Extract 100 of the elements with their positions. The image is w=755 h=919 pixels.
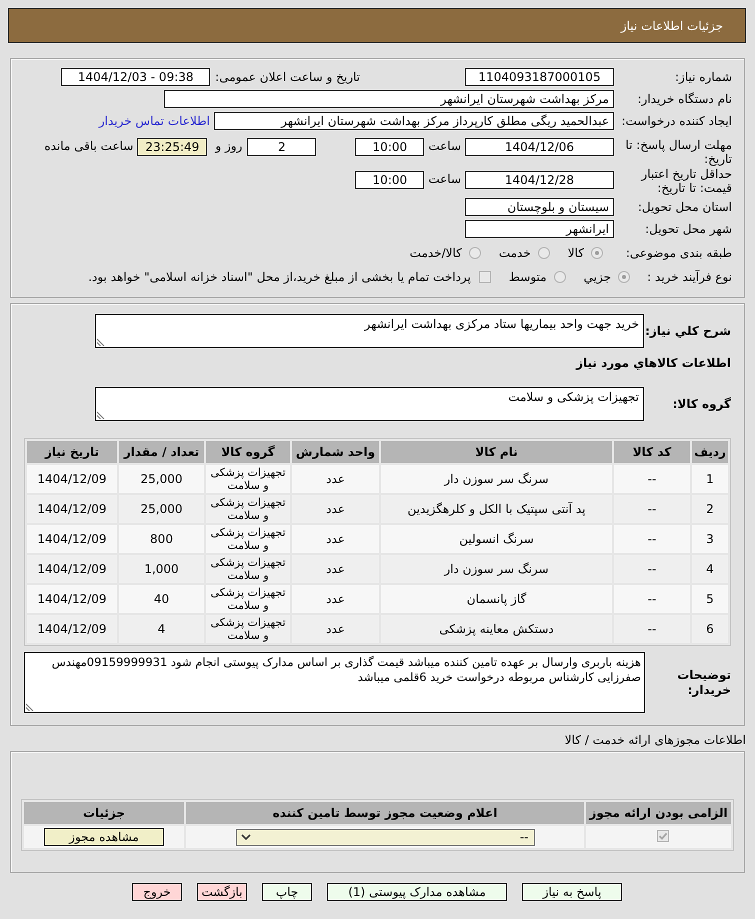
table-cell: 1 bbox=[692, 465, 728, 493]
column-header: کد کالا bbox=[614, 441, 690, 463]
table-cell: تجهیزات پزشکی و سلامت bbox=[206, 615, 290, 643]
announce-date-field[interactable]: 1404/12/03 - 09:38 bbox=[61, 68, 210, 86]
radio-label: جزيي bbox=[584, 269, 611, 285]
table-cell: 4 bbox=[119, 615, 204, 643]
table-cell: 1404/12/09 bbox=[27, 465, 117, 493]
radio-label: متوسط bbox=[508, 269, 547, 285]
table-cell: تجهیزات پزشکی و سلامت bbox=[206, 465, 290, 493]
field-label: تاریخ و ساعت اعلان عمومی: bbox=[215, 69, 360, 85]
days-field[interactable]: 2 bbox=[247, 138, 316, 156]
resize-grip-icon bbox=[97, 338, 105, 346]
table-cell: گاز پانسمان bbox=[381, 585, 612, 613]
column-header: الزامی بودن ارائه مجوز bbox=[586, 802, 731, 824]
field-label: شهر محل تحویل: bbox=[644, 222, 732, 236]
table-cell: -- bbox=[614, 555, 690, 583]
radio-label: کالا bbox=[568, 245, 584, 261]
requester-field[interactable]: عبدالحمید ریگی مطلق کارپرداز مرکز بهداشت شهرستان ایرانشهر bbox=[214, 112, 614, 130]
table-cell: عدد bbox=[292, 465, 379, 493]
table-cell: سرنگ سر سوزن دار bbox=[381, 465, 612, 493]
view-permit-button[interactable]: مشاهده مجوز bbox=[44, 828, 164, 846]
radio-label: کالا/خدمت bbox=[410, 245, 462, 261]
caret-icon bbox=[240, 834, 250, 840]
checkmark-icon bbox=[658, 831, 668, 841]
column-header: اعلام وضعیت مجوز توسط تامین کننده bbox=[186, 802, 584, 824]
buyer-org-field[interactable]: مرکز بهداشت شهرستان ایرانشهر bbox=[164, 90, 614, 108]
table-cell: 1404/12/09 bbox=[27, 615, 117, 643]
column-header: نام کالا bbox=[381, 441, 612, 463]
table-cell: 800 bbox=[119, 525, 204, 553]
table-cell: 5 bbox=[692, 585, 728, 613]
table-cell: 6 bbox=[692, 615, 728, 643]
table-cell: دستکش معاینه پزشکی bbox=[381, 615, 612, 643]
table-cell: 25,000 bbox=[119, 465, 204, 493]
status-select[interactable]: -- bbox=[236, 828, 534, 846]
table-cell: تجهیزات پزشکی و سلامت bbox=[206, 555, 290, 583]
page-title: جزئیات اطلاعات نیاز bbox=[620, 18, 723, 32]
column-header: تعداد / مقدار bbox=[119, 441, 204, 463]
remaining-time-field[interactable]: 23:25:49 bbox=[137, 138, 208, 156]
table-cell: 1,000 bbox=[119, 555, 204, 583]
checkbox-label: پرداخت تمام یا بخشی از مبلغ خرید،از محل "اسناد خزانه اسلامی" خواهد بود. bbox=[88, 269, 471, 285]
deadline-date-field[interactable]: 1404/12/06 bbox=[465, 138, 614, 156]
deadline-time-field[interactable]: 10:00 bbox=[355, 138, 424, 156]
table-cell: عدد bbox=[292, 615, 379, 643]
table-cell: 40 bbox=[119, 585, 204, 613]
province-field[interactable]: سیستان و بلوچستان bbox=[465, 198, 614, 216]
time-label: ساعت bbox=[428, 171, 461, 187]
table-cell: سرنگ سر سوزن دار bbox=[381, 555, 612, 583]
days-label: روز و bbox=[215, 138, 242, 154]
table-cell: عدد bbox=[292, 555, 379, 583]
remaining-label: ساعت باقی مانده bbox=[44, 138, 134, 154]
table-cell: عدد bbox=[292, 495, 379, 523]
field-label: ایجاد کننده درخواست: bbox=[620, 114, 732, 128]
field-label: حداقل تاریخ اعتبار قیمت: تا تاریخ: bbox=[640, 167, 732, 195]
action-button[interactable]: مشاهده مدارک پیوستی (1) bbox=[327, 883, 507, 901]
resize-grip-icon bbox=[26, 703, 34, 711]
table-cell: 1404/12/09 bbox=[27, 495, 117, 523]
table-cell: -- bbox=[614, 465, 690, 493]
field-label: نوع فرآیند خرید : bbox=[646, 270, 732, 284]
goods-group-textarea[interactable]: تجهیزات پزشکی و سلامت bbox=[95, 387, 644, 421]
description-textarea[interactable]: خرید جهت واحد بیماریها ستاد مرکزی بهداشت ایرانشهر bbox=[95, 314, 644, 348]
table-cell: 4 bbox=[692, 555, 728, 583]
column-header: واحد شمارش bbox=[292, 441, 379, 463]
validity-time-field[interactable]: 10:00 bbox=[355, 171, 424, 189]
field-label: استان محل تحویل: bbox=[636, 200, 732, 214]
buyer-notes-textarea[interactable]: هزینه باربری وارسال بر عهده تامین کننده میباشد قیمت گذاری بر اساس مدارک پیوستی انجام شود 09159999931مهندس صفرزایی کارشناس مربوطه درخواست خرید 6قلمی میباشد bbox=[24, 652, 645, 713]
city-field[interactable]: ایرانشهر bbox=[465, 220, 614, 238]
field-label: توضیحات خریدار: bbox=[676, 668, 731, 698]
section-title: اطلاعات مجوزهای ارائه خدمت / کالا bbox=[564, 733, 746, 747]
action-button[interactable]: بازگشت bbox=[197, 883, 247, 901]
table-cell: -- bbox=[614, 615, 690, 643]
table-cell: عدد bbox=[292, 585, 379, 613]
column-header: تاریخ نیاز bbox=[27, 441, 117, 463]
table-cell: -- bbox=[614, 525, 690, 553]
table-cell: -- bbox=[614, 585, 690, 613]
field-label: شماره نیاز: bbox=[674, 70, 732, 84]
table-cell: 1404/12/09 bbox=[27, 585, 117, 613]
column-header: گروه کالا bbox=[206, 441, 290, 463]
table-cell: 2 bbox=[692, 495, 728, 523]
action-button[interactable]: خروج bbox=[132, 883, 182, 901]
resize-grip-icon bbox=[97, 411, 105, 419]
table-cell: عدد bbox=[292, 525, 379, 553]
table-cell: تجهیزات پزشکی و سلامت bbox=[206, 585, 290, 613]
field-label: گروه کالا: bbox=[672, 396, 731, 412]
field-label: شرح کلي نياز: bbox=[649, 324, 731, 338]
need-number-field[interactable]: 1104093187000105 bbox=[465, 68, 614, 86]
field-label: نام دستگاه خریدار: bbox=[636, 92, 732, 106]
action-button[interactable]: چاپ bbox=[262, 883, 312, 901]
column-header: جزئیات bbox=[24, 802, 184, 824]
contact-link[interactable]: اطلاعات تماس خریدار bbox=[98, 114, 210, 128]
table-cell: پد آنتی سپتیک با الکل و کلرهگزیدین bbox=[381, 495, 612, 523]
action-button[interactable]: پاسخ به نیاز bbox=[522, 883, 622, 901]
table-cell: 3 bbox=[692, 525, 728, 553]
section-title: اطلاعات كالاهاي مورد نياز bbox=[574, 356, 731, 370]
table-cell: تجهیزات پزشکی و سلامت bbox=[206, 495, 290, 523]
field-label: طبقه بندی موضوعی: bbox=[624, 246, 732, 260]
table-cell: 1404/12/09 bbox=[27, 525, 117, 553]
validity-date-field[interactable]: 1404/12/28 bbox=[465, 171, 614, 189]
radio-label: خدمت bbox=[498, 245, 531, 261]
table-cell: -- bbox=[614, 495, 690, 523]
table-cell: تجهیزات پزشکی و سلامت bbox=[206, 525, 290, 553]
